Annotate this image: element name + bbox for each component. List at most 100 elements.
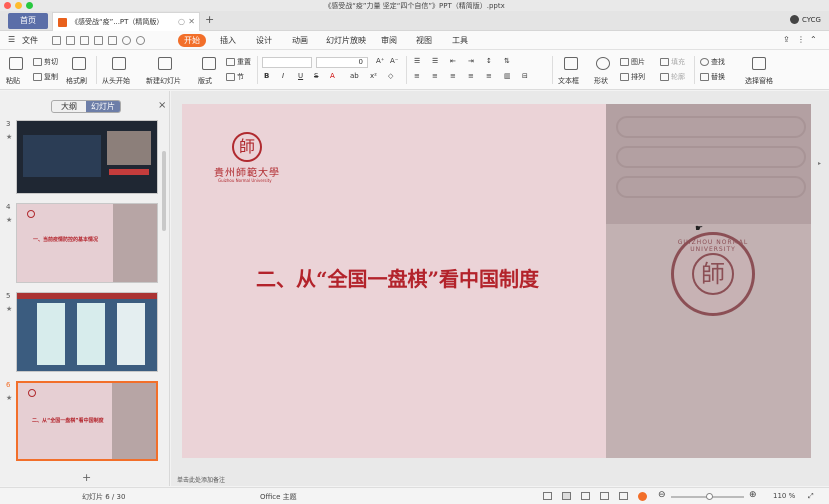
- hamburger-icon[interactable]: ☰: [8, 35, 15, 44]
- zoom-in-button[interactable]: ⊕: [749, 490, 757, 500]
- bullets-icon[interactable]: ☰: [414, 57, 420, 65]
- tab-outline[interactable]: 大纲: [52, 101, 86, 112]
- menu-design[interactable]: 设计: [256, 35, 272, 46]
- outline-button[interactable]: 轮廓: [660, 72, 685, 82]
- find-button[interactable]: 查找: [700, 57, 725, 67]
- new-slide-button[interactable]: 新建幻灯片: [146, 76, 181, 86]
- slide-sorter-icon[interactable]: [581, 492, 590, 500]
- menu-animation[interactable]: 动画: [292, 35, 308, 46]
- layout-icon[interactable]: [202, 57, 216, 70]
- play-slideshow-button[interactable]: [638, 492, 647, 501]
- superscript-button[interactable]: x²: [370, 72, 377, 80]
- menu-view[interactable]: 视图: [416, 35, 432, 46]
- fit-window-icon[interactable]: ⤢: [808, 492, 814, 501]
- section-button[interactable]: 节: [226, 72, 244, 82]
- paste-icon[interactable]: [9, 57, 23, 70]
- menu-file[interactable]: 文件: [22, 35, 38, 46]
- line-spacing-icon[interactable]: ↕: [486, 57, 492, 65]
- picture-button[interactable]: 图片: [620, 57, 645, 67]
- menu-tools[interactable]: 工具: [452, 35, 468, 46]
- select-pane-icon[interactable]: [752, 57, 766, 70]
- text-direction-icon[interactable]: ⇅: [504, 57, 510, 65]
- slide-thumbnail-5[interactable]: [16, 292, 158, 372]
- slide-thumbnail-3[interactable]: [16, 120, 158, 194]
- layout-button[interactable]: 版式: [198, 76, 212, 86]
- increase-font-button[interactable]: A⁺: [376, 57, 384, 65]
- notes-placeholder[interactable]: 单击此处添加备注: [177, 475, 225, 484]
- menu-home[interactable]: 开始: [178, 34, 206, 47]
- highlight-button[interactable]: ab: [350, 72, 359, 80]
- menu-review[interactable]: 审阅: [381, 35, 397, 46]
- print-icon[interactable]: [94, 36, 103, 45]
- columns-icon[interactable]: ▥: [504, 72, 511, 80]
- menu-insert[interactable]: 插入: [220, 35, 236, 46]
- normal-view-icon[interactable]: [562, 492, 571, 500]
- menu-slideshow[interactable]: 幻灯片放映: [326, 35, 366, 46]
- presenter-view-icon[interactable]: [619, 492, 628, 500]
- align-right-icon[interactable]: ≡: [450, 72, 456, 80]
- add-slide-button[interactable]: +: [82, 471, 91, 484]
- cut-button[interactable]: 剪切: [33, 57, 58, 67]
- replace-button[interactable]: 替换: [700, 72, 725, 82]
- arrange-button[interactable]: 排列: [620, 72, 645, 82]
- zoom-level[interactable]: 110 %: [773, 492, 795, 500]
- paste-button[interactable]: 粘贴: [6, 76, 20, 86]
- print-preview-icon[interactable]: [108, 36, 117, 45]
- format-painter-icon[interactable]: [72, 57, 86, 70]
- textbox-button[interactable]: 文本框: [558, 76, 579, 86]
- theme-name[interactable]: Office 主题: [260, 492, 297, 502]
- decrease-font-button[interactable]: A⁻: [390, 57, 398, 65]
- scroll-arrow-icon[interactable]: ▸: [818, 160, 821, 167]
- font-size-combo[interactable]: 0: [316, 57, 368, 68]
- indent-increase-icon[interactable]: ⇥: [468, 57, 474, 65]
- fill-button[interactable]: 填充: [660, 57, 685, 67]
- tab-document[interactable]: 《感受战“疫”...PT（精简版） ○ ✕: [52, 12, 200, 31]
- font-name-combo[interactable]: [262, 57, 312, 68]
- indent-decrease-icon[interactable]: ⇤: [450, 57, 456, 65]
- export-pdf-icon[interactable]: [80, 36, 89, 45]
- italic-button[interactable]: I: [282, 72, 284, 80]
- tab-slides[interactable]: 幻灯片: [86, 101, 120, 112]
- save-icon[interactable]: [66, 36, 75, 45]
- textbox-icon[interactable]: [564, 57, 578, 70]
- panel-scrollbar[interactable]: [162, 151, 166, 231]
- slide-title[interactable]: 二、从“全国一盘棋”看中国制度: [256, 263, 539, 292]
- zoom-slider-handle[interactable]: [706, 493, 713, 500]
- numbering-icon[interactable]: ☰: [432, 57, 438, 65]
- bold-button[interactable]: B: [264, 72, 269, 80]
- new-tab-button[interactable]: +: [205, 13, 214, 26]
- format-painter-button[interactable]: 格式刷: [66, 76, 87, 86]
- distribute-icon[interactable]: ≡: [486, 72, 492, 80]
- current-slide[interactable]: GUIZHOU NORMAL UNIVERSITY 師 師 貴州師範大學 Gui…: [182, 104, 811, 458]
- clear-format-button[interactable]: ◇: [388, 72, 393, 80]
- slide-thumbnail-6[interactable]: 二、从“全国一盘棋”看中国制度: [16, 381, 158, 461]
- underline-button[interactable]: U: [298, 72, 303, 80]
- close-panel-button[interactable]: ×: [158, 100, 166, 111]
- justify-icon[interactable]: ≡: [468, 72, 474, 80]
- more-icon[interactable]: ⋮: [797, 35, 805, 44]
- align-left-icon[interactable]: ≡: [414, 72, 420, 80]
- reset-button[interactable]: 重置: [226, 57, 251, 67]
- vertical-align-icon[interactable]: ⊟: [522, 72, 528, 80]
- share-icon[interactable]: ⇪: [783, 35, 790, 44]
- close-tab-button[interactable]: ✕: [188, 13, 195, 31]
- from-start-button[interactable]: 从头开始: [102, 76, 130, 86]
- collapse-ribbon-icon[interactable]: ⌃: [810, 35, 817, 44]
- strikethrough-button[interactable]: S: [314, 72, 318, 80]
- new-slide-icon[interactable]: [158, 57, 172, 70]
- shape-icon[interactable]: [596, 57, 610, 70]
- shape-button[interactable]: 形状: [594, 76, 608, 86]
- user-account[interactable]: CYCG: [790, 15, 821, 24]
- open-icon[interactable]: [52, 36, 61, 45]
- slide-thumbnail-4[interactable]: 一、当前疫情防控的基本情况: [16, 203, 158, 283]
- select-pane-button[interactable]: 选择窗格: [745, 76, 773, 86]
- undo-icon[interactable]: [122, 36, 131, 45]
- font-color-button[interactable]: A: [330, 72, 335, 80]
- redo-icon[interactable]: [136, 36, 145, 45]
- copy-button[interactable]: 复制: [33, 72, 58, 82]
- reading-view-icon[interactable]: [600, 492, 609, 500]
- notes-toggle-icon[interactable]: [543, 492, 552, 500]
- play-from-start-icon[interactable]: [112, 57, 126, 70]
- tab-home[interactable]: 首页: [8, 13, 48, 29]
- zoom-out-button[interactable]: ⊖: [658, 490, 666, 500]
